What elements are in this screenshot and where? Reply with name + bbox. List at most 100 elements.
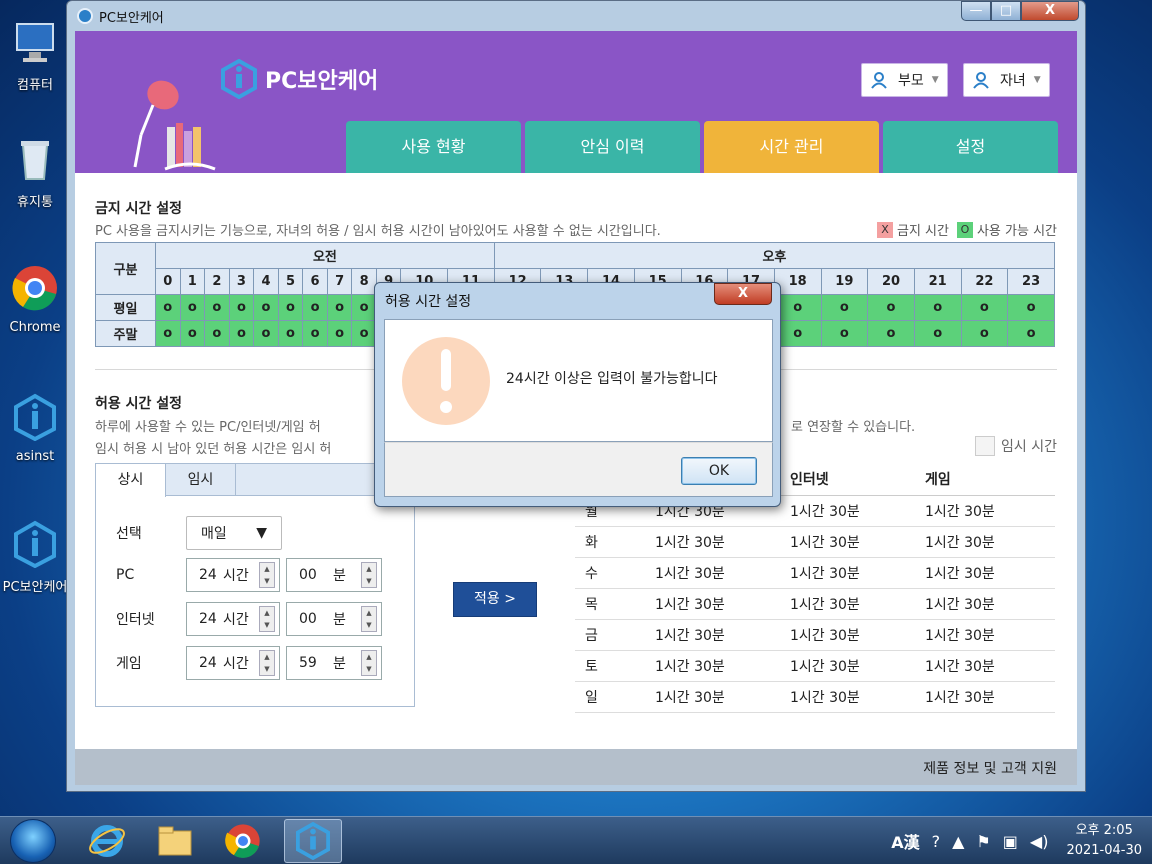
time-cell[interactable]: o — [179, 320, 206, 347]
time-cell[interactable]: o — [960, 294, 1009, 321]
time-cell[interactable]: o — [302, 294, 328, 321]
time-cell[interactable]: o — [155, 294, 181, 321]
time-cell[interactable]: o — [820, 294, 869, 321]
spinner-arrows-icon[interactable]: ▲ ▼ — [361, 650, 377, 676]
desktop-icon-computer[interactable]: 컴퓨터 — [0, 18, 70, 93]
internet-minutes-stepper[interactable]: 00 분 ▲ ▼ — [286, 602, 382, 636]
taskbar-pc-security[interactable] — [284, 819, 342, 863]
time-cell[interactable]: o — [913, 294, 962, 321]
taskbar-chrome[interactable] — [214, 819, 272, 863]
time-cell[interactable]: o — [228, 294, 255, 321]
child-user-button[interactable]: 자녀 ▼ — [963, 63, 1050, 97]
grid-hour-header: 5 — [277, 268, 304, 295]
minimize-button[interactable]: — — [961, 1, 991, 21]
time-legend: X 금지 시간 O 사용 가능 시간 — [869, 220, 1057, 239]
time-cell[interactable]: o — [277, 294, 304, 321]
grid-pm-header: 오후 — [493, 242, 1056, 269]
temp-time-checkbox[interactable]: 임시 시간 — [975, 436, 1057, 456]
ok-button[interactable]: OK — [681, 457, 757, 485]
show-hidden-icons-icon[interactable]: ▲ — [952, 832, 964, 851]
taskbar-explorer[interactable] — [146, 819, 204, 863]
time-cell[interactable]: o — [228, 320, 255, 347]
parent-user-button[interactable]: 부모 ▼ — [861, 63, 948, 97]
hours-unit: 시간 — [223, 568, 249, 584]
schedule-time-cell: 1시간 30분 — [780, 495, 915, 527]
allowed-section-desc-1-tail: 로 연장할 수 있습니다. — [791, 420, 916, 435]
time-cell[interactable]: o — [253, 294, 279, 321]
minutes-unit: 분 — [333, 656, 346, 672]
desktop-icon-chrome[interactable]: Chrome — [0, 264, 70, 335]
desktop-icon-pc-security[interactable]: PC보안케어 — [0, 520, 70, 595]
chrome-icon — [12, 266, 57, 311]
grid-hour-header: 1 — [179, 268, 206, 295]
time-cell[interactable]: o — [1007, 294, 1055, 321]
pc-hours-stepper[interactable]: 24 시간 ▲ ▼ — [186, 558, 280, 592]
time-cell[interactable]: o — [302, 320, 328, 347]
chevron-down-icon: ▼ — [1033, 75, 1041, 85]
time-cell[interactable]: o — [1007, 320, 1055, 347]
time-cell[interactable]: o — [326, 294, 353, 321]
apply-button[interactable]: 적용 > — [453, 582, 537, 617]
title-bar[interactable]: PC보안케어 — □ X — [67, 1, 1085, 31]
time-cell[interactable]: o — [960, 320, 1009, 347]
time-cell[interactable]: o — [773, 294, 822, 321]
time-cell[interactable]: o — [155, 320, 181, 347]
spinner-arrows-icon[interactable]: ▲ ▼ — [259, 562, 275, 588]
start-button[interactable] — [10, 819, 56, 863]
support-link[interactable]: 제품 정보 및 고객 지원 — [923, 758, 1057, 778]
spinner-arrows-icon[interactable]: ▲ ▼ — [361, 562, 377, 588]
window-title: PC보안케어 — [99, 11, 164, 26]
schedule-time-cell: 1시간 30분 — [645, 557, 780, 589]
tab-usage[interactable]: 사용 현황 — [346, 121, 521, 173]
spinner-arrows-icon[interactable]: ▲ ▼ — [259, 650, 275, 676]
forbidden-legend-mark: X — [876, 221, 893, 238]
dialog-title: 허용 시간 설정 — [385, 294, 472, 310]
minutes-unit: 분 — [333, 568, 346, 584]
desktop-icon-recycle-bin[interactable]: 휴지통 — [0, 135, 70, 210]
game-minutes-stepper[interactable]: 59 분 ▲ ▼ — [286, 646, 382, 680]
subtab-regular[interactable]: 상시 — [96, 464, 166, 497]
ime-icon[interactable]: A漢 — [891, 829, 919, 853]
time-cell[interactable]: o — [204, 320, 230, 347]
time-cell[interactable]: o — [867, 320, 915, 347]
desktop-icon-asinst[interactable]: asinst — [0, 393, 70, 464]
time-cell[interactable]: o — [773, 320, 822, 347]
time-cell[interactable]: o — [351, 320, 377, 347]
network-icon[interactable]: ▣ — [1003, 832, 1018, 851]
internet-hours-stepper[interactable]: 24 시간 ▲ ▼ — [186, 602, 280, 636]
select-label: 선택 — [116, 526, 142, 542]
checkbox-box[interactable] — [975, 436, 996, 456]
time-cell[interactable]: o — [326, 320, 353, 347]
tab-history[interactable]: 안심 이력 — [525, 121, 700, 173]
time-cell[interactable]: o — [913, 320, 962, 347]
time-cell[interactable]: o — [204, 294, 230, 321]
time-cell[interactable]: o — [277, 320, 304, 347]
help-icon[interactable]: ? — [932, 832, 941, 851]
schedule-time-cell: 1시간 30분 — [780, 681, 915, 713]
dialog-close-button[interactable]: X — [714, 283, 772, 305]
dialog-body: 24시간 이상은 입력이 불가능합니다 — [384, 319, 773, 442]
tab-time-management[interactable]: 시간 관리 — [704, 121, 879, 173]
close-button[interactable]: X — [1021, 1, 1079, 21]
time-cell[interactable]: o — [351, 294, 377, 321]
volume-icon[interactable]: ◀) — [1030, 832, 1049, 851]
spinner-arrows-icon[interactable]: ▲ ▼ — [361, 606, 377, 632]
tab-settings[interactable]: 설정 — [883, 121, 1058, 173]
taskbar-ie[interactable] — [78, 819, 136, 863]
schedule-time-cell: 1시간 30분 — [915, 495, 1055, 527]
clock[interactable]: 오후 2:05 2021-04-30 — [1066, 821, 1142, 861]
time-cell[interactable]: o — [867, 294, 915, 321]
schedule-time-cell: 1시간 30분 — [780, 526, 915, 558]
flag-icon[interactable]: ⚑ — [976, 832, 990, 851]
day-select[interactable]: 매일 ▼ — [186, 516, 282, 550]
maximize-button[interactable]: □ — [991, 1, 1021, 21]
time-cell[interactable]: o — [179, 294, 206, 321]
time-cell[interactable]: o — [253, 320, 279, 347]
schedule-time-cell: 1시간 30분 — [915, 681, 1055, 713]
subtab-temporary[interactable]: 임시 — [166, 464, 236, 496]
pc-minutes-stepper[interactable]: 00 분 ▲ ▼ — [286, 558, 382, 592]
game-hours-stepper[interactable]: 24 시간 ▲ ▼ — [186, 646, 280, 680]
pc-minutes-value: 00 — [299, 567, 317, 583]
spinner-arrows-icon[interactable]: ▲ ▼ — [259, 606, 275, 632]
time-cell[interactable]: o — [820, 320, 869, 347]
